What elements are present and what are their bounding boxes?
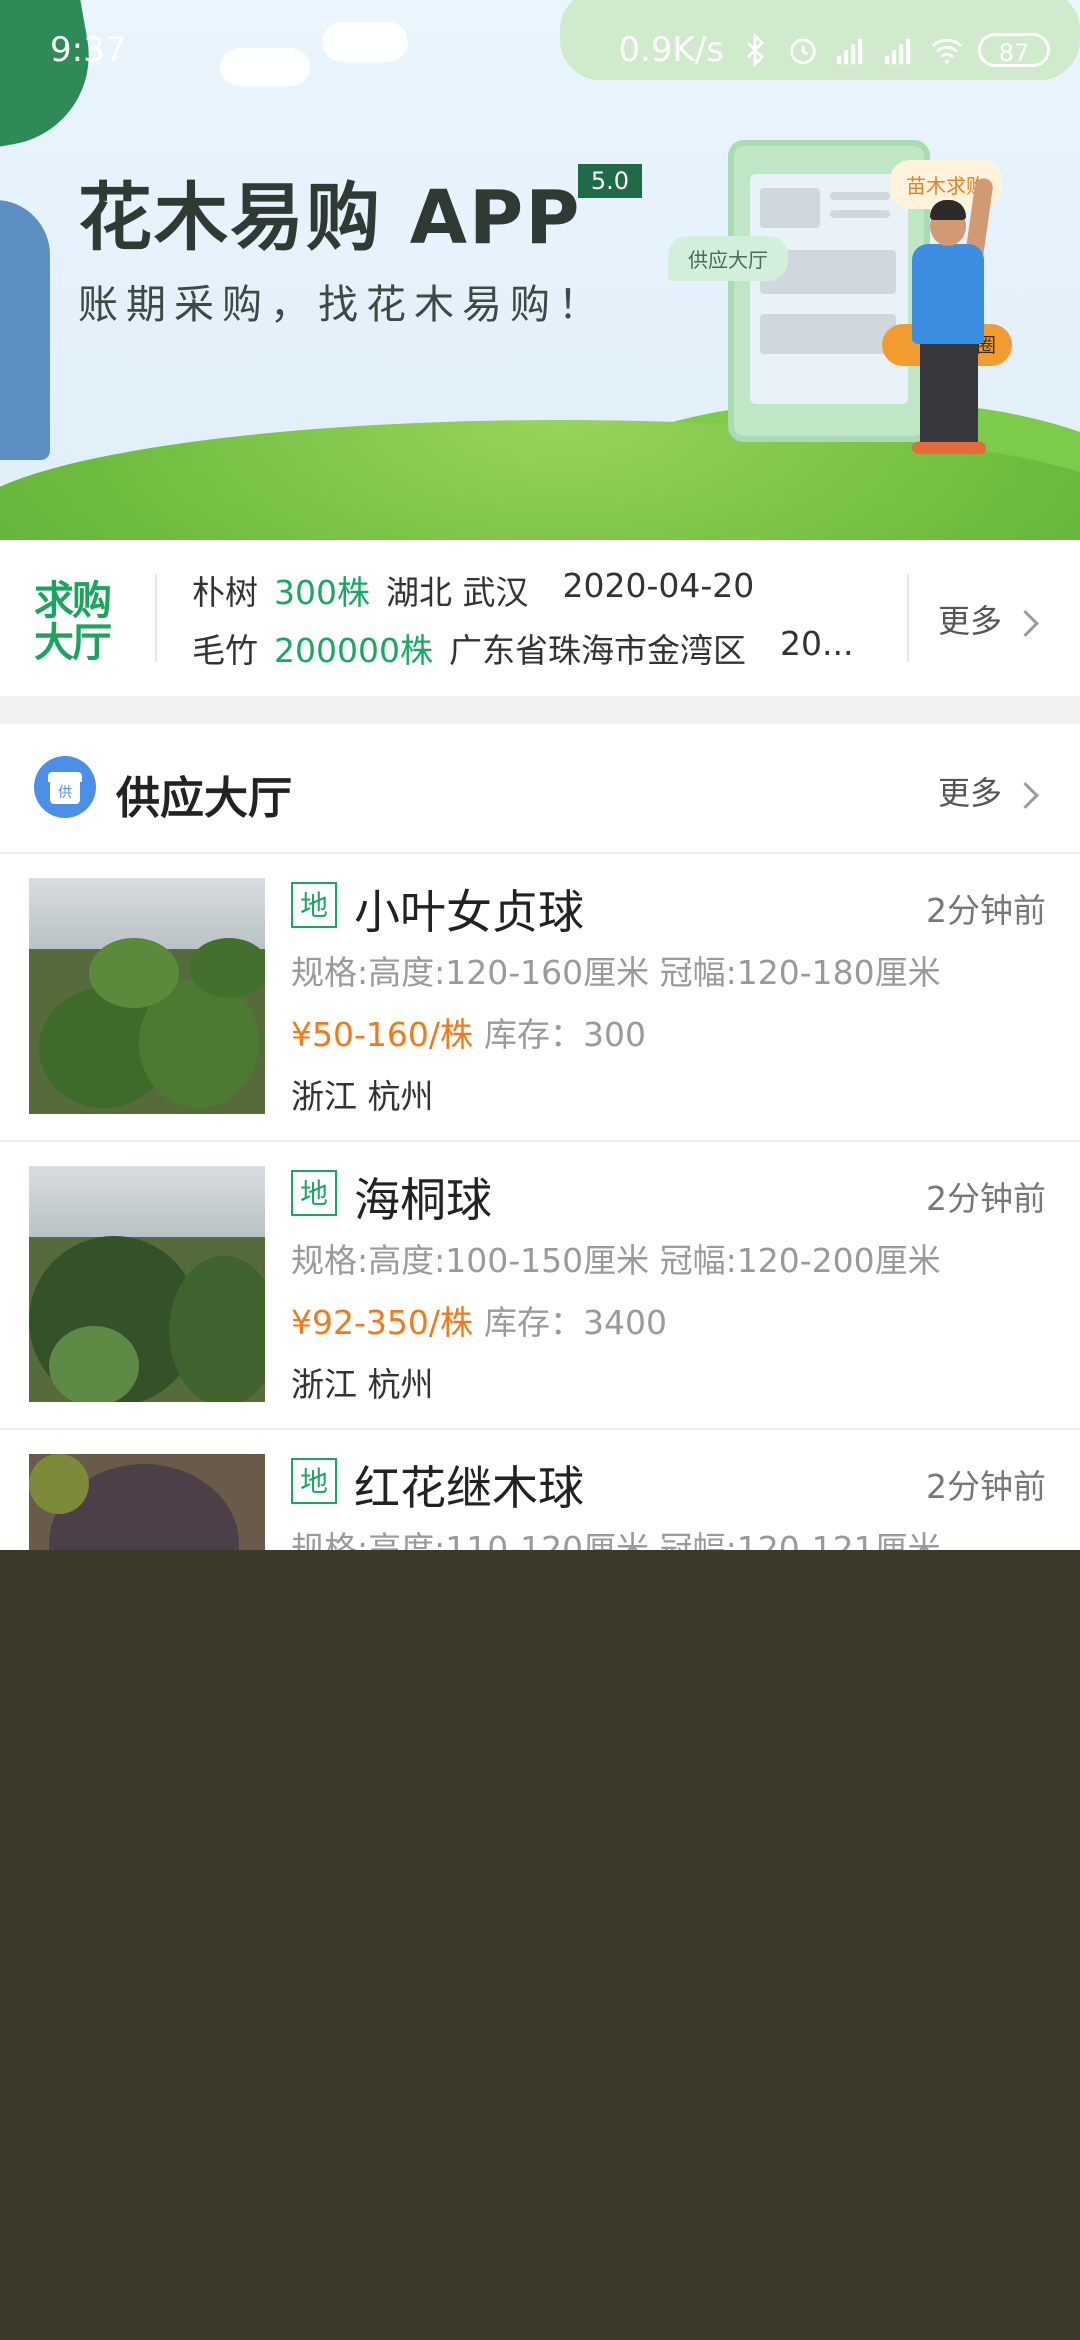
ticker-row[interactable]: 朴树 300株 湖北 武汉 2020-04-20: [192, 566, 872, 624]
item-location: 浙江 杭州: [291, 1365, 434, 1404]
version-badge: 5.0: [578, 164, 642, 198]
ground-plant-badge: 地: [291, 882, 337, 928]
wifi-icon: [931, 38, 963, 64]
person-illustration: [920, 340, 978, 448]
divider: [155, 574, 157, 662]
purchase-ticker[interactable]: 求购 大厅 朴树 300株 湖北 武汉 2020-04-20 毛竹 200000…: [0, 540, 1080, 696]
section-title: 供应大厅: [116, 773, 292, 824]
item-time: 2分钟前: [926, 891, 1046, 930]
status-bar: 9:37 0.9K/s 87: [0, 0, 1080, 100]
status-time: 9:37: [50, 30, 127, 70]
banner-title: 花木易购 APP: [78, 175, 582, 261]
supply-tag: 供应大厅: [668, 236, 788, 281]
person-illustration: [912, 244, 984, 344]
item-time: 2分钟前: [926, 1179, 1046, 1218]
bluetooth-icon: [746, 33, 765, 67]
divider: [907, 574, 909, 662]
ground-plant-badge: 地: [291, 1170, 337, 1216]
item-location: 浙江 杭州: [291, 1077, 434, 1116]
item-stock: 库存：300: [484, 1015, 646, 1054]
ticker-list: 朴树 300株 湖北 武汉 2020-04-20 毛竹 200000株 广东省珠…: [192, 566, 872, 682]
supply-more-link[interactable]: 更多: [938, 768, 1039, 814]
item-spec: 规格:高度:100-150厘米 冠幅:120-200厘米: [291, 1241, 941, 1280]
person-illustration: [912, 442, 986, 454]
item-stock: 库存：3400: [484, 1303, 667, 1342]
store-icon: 供: [34, 756, 96, 818]
supply-item[interactable]: 地 海桐球 2分钟前 规格:高度:100-150厘米 冠幅:120-200厘米 …: [0, 1142, 1080, 1430]
alarm-icon: [790, 38, 816, 65]
ground-plant-badge: 地: [291, 1458, 337, 1504]
item-name: 红花继木球: [354, 1461, 584, 1515]
item-name: 海桐球: [354, 1173, 492, 1227]
item-name: 小叶女贞球: [354, 885, 584, 939]
signal-icon: [884, 38, 911, 65]
item-price: ¥50-160/株: [291, 1015, 473, 1054]
item-spec: 规格:高度:120-160厘米 冠幅:120-180厘米: [291, 953, 941, 992]
chevron-right-icon: [1012, 609, 1039, 637]
supply-item[interactable]: 地 小叶女贞球 2分钟前 规格:高度:120-160厘米 冠幅:120-180厘…: [0, 854, 1080, 1142]
item-time: 2分钟前: [926, 1467, 1046, 1506]
chevron-right-icon: [1012, 781, 1039, 809]
battery-indicator: 87: [978, 33, 1050, 67]
dim-overlay[interactable]: [0, 1550, 1080, 2340]
network-speed: 0.9K/s: [618, 30, 724, 70]
section-divider: [0, 696, 1080, 724]
product-image: [29, 878, 265, 1114]
supply-hall-header: 供 供应大厅 更多: [0, 724, 1080, 854]
ticker-row[interactable]: 毛竹 200000株 广东省珠海市金湾区 20...: [192, 624, 872, 682]
banner-subtitle: 账期采购，找花木易购！: [78, 282, 606, 328]
signal-icon: [836, 38, 863, 65]
purchase-hall-logo: 求购 大厅: [34, 578, 112, 666]
item-price: ¥92-350/株: [291, 1303, 473, 1342]
product-image: [29, 1166, 265, 1402]
ticker-more-link[interactable]: 更多: [938, 596, 1039, 642]
plant-decoration: [0, 200, 50, 460]
promo-banner[interactable]: 花木易购 APP 5.0 账期采购，找花木易购！ 供应大厅 苗木求购 圈 9:3…: [0, 0, 1080, 540]
